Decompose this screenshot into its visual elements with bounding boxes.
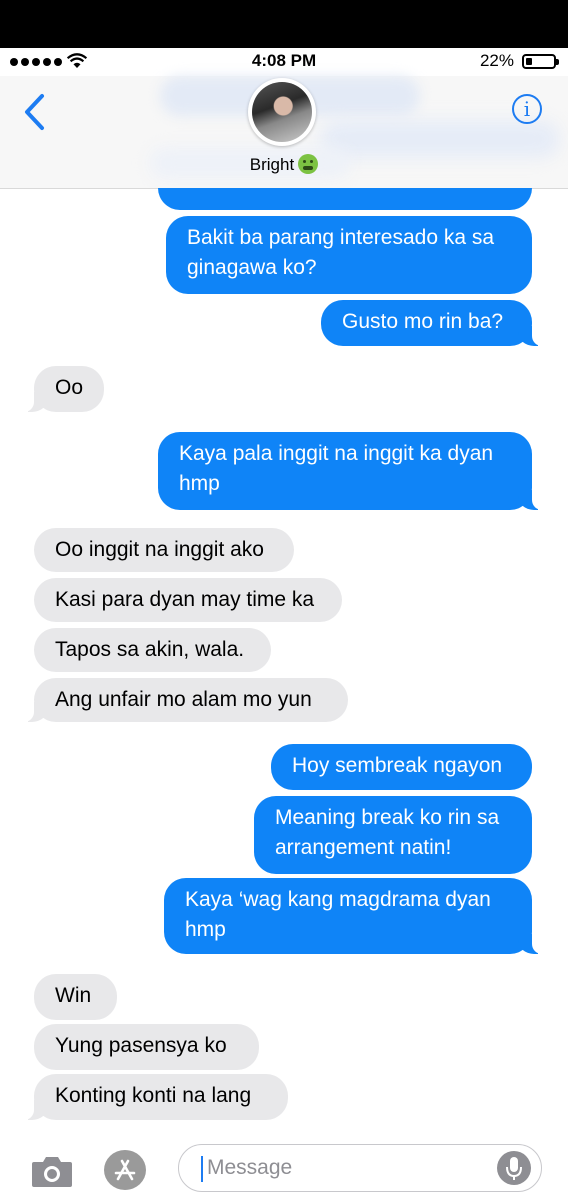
outgoing-message-bubble[interactable]: Kaya ‘wag kang magdrama dyan hmp — [164, 878, 546, 954]
outgoing-message-bubble[interactable]: Hoy sembreak ngayon — [271, 744, 532, 790]
incoming-message-bubble[interactable]: Win — [34, 974, 117, 1020]
incoming-message-bubble[interactable]: Ang unfair mo alam mo yun — [20, 678, 348, 722]
outgoing-message-bubble[interactable]: Gusto mo rin ba? — [321, 300, 546, 346]
app-store-icon[interactable] — [104, 1150, 146, 1190]
top-black-bar — [0, 0, 568, 48]
contact-name: Bright — [249, 155, 295, 174]
contact-name-row[interactable]: Bright — [0, 154, 568, 175]
battery-icon — [522, 54, 559, 69]
outgoing-message-bubble[interactable]: Kaya pala inggit na inggit ka dyan hmp — [158, 432, 546, 510]
message-input[interactable]: Message — [178, 1144, 542, 1192]
incoming-message-bubble[interactable]: Kasi para dyan may time ka — [34, 578, 342, 622]
camera-icon[interactable] — [30, 1152, 74, 1188]
info-icon[interactable]: i — [512, 94, 542, 124]
microphone-icon[interactable] — [497, 1151, 531, 1185]
status-bar: 4:08 PM 22% — [0, 48, 568, 76]
outgoing-message-bubble[interactable]: Bakit ba parang interesado ka sa ginagaw… — [166, 216, 532, 294]
conversation-header: Bright i — [0, 76, 568, 189]
incoming-message-bubble[interactable]: Oo — [20, 366, 104, 412]
chevron-left-icon[interactable] — [20, 92, 48, 132]
incoming-message-bubble[interactable]: Oo inggit na inggit ako — [34, 528, 294, 572]
avatar-photo — [252, 82, 312, 142]
message-placeholder: Message — [207, 1156, 293, 1179]
incoming-message-bubble[interactable]: Yung pasensya ko — [34, 1024, 259, 1070]
incoming-message-bubble[interactable]: Konting konti na lang — [20, 1074, 288, 1120]
text-caret — [201, 1156, 203, 1182]
nauseated-face-icon — [298, 154, 319, 174]
incoming-message-bubble[interactable]: Tapos sa akin, wala. — [34, 628, 271, 672]
battery-percent: 22% — [479, 51, 514, 70]
blurred-area — [320, 120, 560, 158]
contact-avatar[interactable] — [248, 78, 316, 146]
outgoing-message-bubble[interactable]: Meaning break ko rin sa arrangement nati… — [254, 796, 532, 874]
battery-level — [526, 58, 532, 65]
input-bar: Message — [0, 1134, 568, 1200]
